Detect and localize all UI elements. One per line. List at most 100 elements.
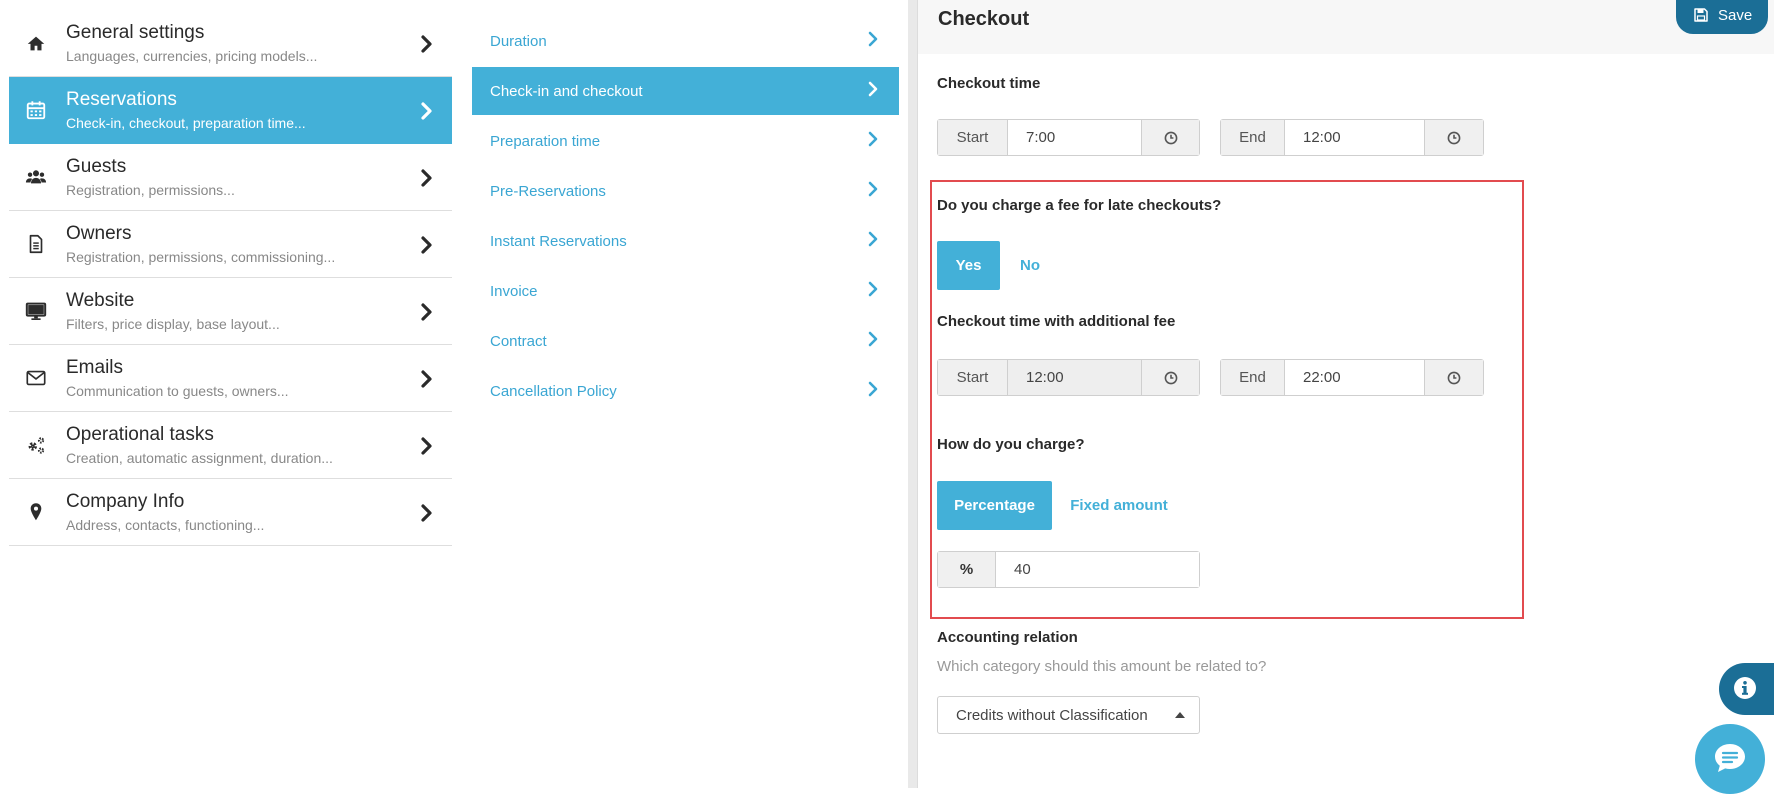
chevron-right-icon — [421, 35, 432, 53]
chevron-right-icon — [421, 370, 432, 388]
nav-item-owners[interactable]: Owners Registration, permissions, commis… — [9, 211, 452, 278]
chevron-right-icon — [868, 181, 878, 197]
additional-fee-start-group: Start 12:00 — [937, 359, 1200, 396]
clock-button[interactable] — [1425, 120, 1483, 155]
chevron-right-icon — [868, 281, 878, 297]
users-icon — [25, 170, 47, 184]
chevron-right-icon — [421, 236, 432, 254]
nav-item-general-settings[interactable]: General settings Languages, currencies, … — [9, 10, 452, 77]
chevron-right-icon — [421, 102, 432, 120]
monitor-icon — [25, 302, 47, 320]
nav-item-subtitle: Check-in, checkout, preparation time... — [66, 115, 306, 131]
checkout-time-label: Checkout time — [937, 75, 1041, 92]
nav-item-company-info[interactable]: Company Info Address, contacts, function… — [9, 479, 452, 546]
panel-divider — [908, 0, 917, 788]
nav-item-guests[interactable]: Guests Registration, permissions... — [9, 144, 452, 211]
subnav-item-label: Contract — [490, 333, 547, 350]
subnav-item-duration[interactable]: Duration — [472, 17, 899, 67]
reservations-subnav: Duration Check-in and checkout Preparati… — [472, 17, 899, 417]
calendar-icon — [26, 101, 46, 120]
checkout-end-time-input[interactable]: 12:00 — [1285, 120, 1425, 155]
nav-item-operational-tasks[interactable]: Operational tasks Creation, automatic as… — [9, 412, 452, 479]
subnav-item-instant-reservations[interactable]: Instant Reservations — [472, 217, 899, 267]
subnav-item-label: Check-in and checkout — [490, 83, 643, 100]
nav-item-subtitle: Registration, permissions, commissioning… — [66, 249, 336, 265]
subnav-item-label: Pre-Reservations — [490, 183, 606, 200]
nav-item-title: Operational tasks — [66, 424, 214, 445]
percentage-button[interactable]: Percentage — [937, 481, 1052, 530]
subnav-item-label: Preparation time — [490, 133, 601, 150]
floppy-disk-icon — [1694, 8, 1708, 22]
subnav-item-label: Instant Reservations — [490, 233, 627, 250]
clock-button[interactable] — [1142, 120, 1199, 155]
nav-item-subtitle: Communication to guests, owners... — [66, 383, 289, 399]
percentage-value-input[interactable]: 40 — [996, 552, 1199, 587]
charge-method-question: How do you charge? — [937, 436, 1085, 453]
envelope-icon — [26, 370, 46, 386]
nav-item-title: General settings — [66, 22, 205, 43]
nav-item-title: Guests — [66, 156, 127, 177]
clock-icon — [1164, 131, 1177, 144]
start-addon: Start — [938, 360, 1008, 395]
clock-button[interactable] — [1142, 360, 1199, 395]
chevron-right-icon — [868, 231, 878, 247]
start-addon: Start — [938, 120, 1008, 155]
clock-icon — [1447, 131, 1461, 144]
nav-item-subtitle: Languages, currencies, pricing models... — [66, 48, 318, 64]
clock-button[interactable] — [1425, 360, 1483, 395]
fixed-amount-button[interactable]: Fixed amount — [1060, 481, 1178, 530]
subnav-item-contract[interactable]: Contract — [472, 317, 899, 367]
save-button[interactable]: Save — [1676, 0, 1768, 34]
chat-button[interactable] — [1695, 724, 1765, 794]
info-button[interactable] — [1719, 663, 1774, 715]
chevron-right-icon — [421, 437, 432, 455]
nav-item-title: Owners — [66, 223, 132, 244]
nav-item-subtitle: Creation, automatic assignment, duration… — [66, 450, 333, 466]
chevron-right-icon — [868, 81, 878, 97]
chevron-right-icon — [868, 381, 878, 397]
nav-item-emails[interactable]: Emails Communication to guests, owners..… — [9, 345, 452, 412]
nav-item-title: Reservations — [66, 89, 177, 110]
percentage-input-group: % 40 — [937, 551, 1200, 588]
accounting-category-select[interactable]: Credits without Classification — [937, 696, 1200, 734]
checkout-start-time-group: Start 7:00 — [937, 119, 1200, 156]
nav-item-subtitle: Filters, price display, base layout... — [66, 316, 280, 332]
panel-header: Checkout Save — [918, 0, 1774, 54]
checkout-start-time-input[interactable]: 7:00 — [1008, 120, 1142, 155]
additional-fee-end-group: End 22:00 — [1220, 359, 1484, 396]
chat-icon — [1715, 744, 1745, 772]
info-icon — [1734, 677, 1756, 699]
chevron-right-icon — [868, 131, 878, 147]
clock-icon — [1447, 371, 1461, 384]
nav-item-reservations[interactable]: Reservations Check-in, checkout, prepara… — [9, 77, 452, 144]
end-addon: End — [1221, 120, 1285, 155]
nav-item-subtitle: Registration, permissions... — [66, 182, 235, 198]
subnav-item-label: Invoice — [490, 283, 538, 300]
home-icon — [27, 36, 45, 51]
save-button-label: Save — [1718, 7, 1753, 24]
subnav-item-pre-reservations[interactable]: Pre-Reservations — [472, 167, 899, 217]
nav-item-title: Emails — [66, 357, 124, 378]
late-fee-question: Do you charge a fee for late checkouts? — [937, 197, 1222, 214]
additional-fee-end-input[interactable]: 22:00 — [1285, 360, 1425, 395]
chevron-right-icon — [421, 303, 432, 321]
chevron-right-icon — [421, 504, 432, 522]
nav-item-website[interactable]: Website Filters, price display, base lay… — [9, 278, 452, 345]
document-icon — [29, 234, 43, 254]
chevron-right-icon — [421, 169, 432, 187]
subnav-item-invoice[interactable]: Invoice — [472, 267, 899, 317]
subnav-item-label: Cancellation Policy — [490, 383, 617, 400]
checkout-end-time-group: End 12:00 — [1220, 119, 1484, 156]
clock-icon — [1164, 371, 1177, 384]
percent-addon: % — [938, 552, 996, 587]
subnav-item-label: Duration — [490, 33, 547, 50]
additional-fee-start-input: 12:00 — [1008, 360, 1142, 395]
subnav-item-checkin-checkout[interactable]: Check-in and checkout — [472, 67, 899, 115]
subnav-item-preparation-time[interactable]: Preparation time — [472, 117, 899, 167]
map-pin-icon — [30, 503, 42, 521]
settings-sidebar: General settings Languages, currencies, … — [9, 10, 452, 546]
late-fee-no-button[interactable]: No — [1006, 241, 1054, 290]
subnav-item-cancellation-policy[interactable]: Cancellation Policy — [472, 367, 899, 417]
late-fee-yes-button[interactable]: Yes — [937, 241, 1000, 290]
caret-up-icon — [1175, 712, 1185, 718]
